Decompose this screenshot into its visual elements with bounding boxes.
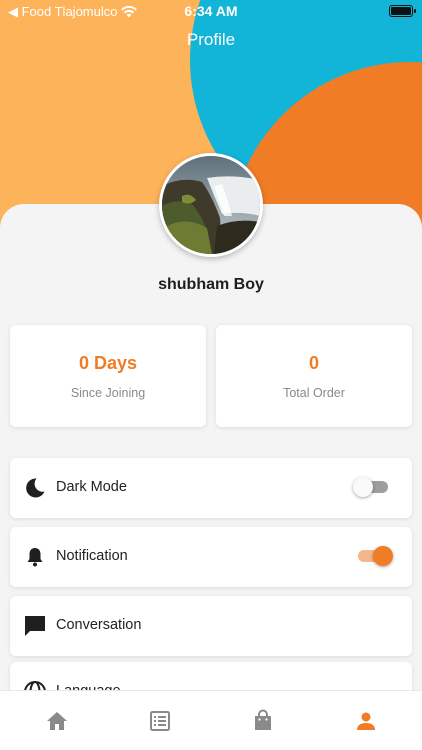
stat-card-since-joining: 0 Days Since Joining <box>10 325 206 427</box>
bell-icon <box>27 548 43 567</box>
shopping-bag-icon[interactable] <box>251 709 275 733</box>
status-bar: ◀ Food Tlajomulco 6:34 AM <box>0 0 422 22</box>
orders-list-icon[interactable] <box>148 709 172 733</box>
stat-value: 0 Days <box>78 353 138 373</box>
status-time: 6:34 AM <box>184 3 238 19</box>
stat-value: 0 <box>308 353 319 373</box>
chat-icon <box>25 616 45 636</box>
settings-item-label: Dark Mode <box>56 479 127 495</box>
settings-item-label: Notification <box>56 548 128 564</box>
battery-icon <box>389 5 416 17</box>
notification-toggle[interactable] <box>356 546 393 566</box>
profile-icon[interactable] <box>354 709 378 733</box>
moon-icon <box>26 478 45 498</box>
stat-card-total-order: 0 Total Order <box>216 325 412 427</box>
stat-label: Since Joining <box>70 386 146 400</box>
page-title: Profile <box>186 30 236 49</box>
settings-item-notification[interactable]: Notification <box>10 527 412 587</box>
bottom-navigation <box>0 690 422 750</box>
stat-label: Total Order <box>283 386 345 400</box>
dark-mode-toggle[interactable] <box>353 477 390 497</box>
avatar[interactable] <box>159 153 263 257</box>
profile-name: shubham Boy <box>158 276 264 293</box>
avatar-photo <box>162 156 260 254</box>
settings-item-dark-mode[interactable]: Dark Mode <box>10 458 412 518</box>
home-icon[interactable] <box>45 709 69 733</box>
settings-item-label: Conversation <box>56 617 142 633</box>
settings-item-conversation[interactable]: Conversation <box>10 596 412 656</box>
